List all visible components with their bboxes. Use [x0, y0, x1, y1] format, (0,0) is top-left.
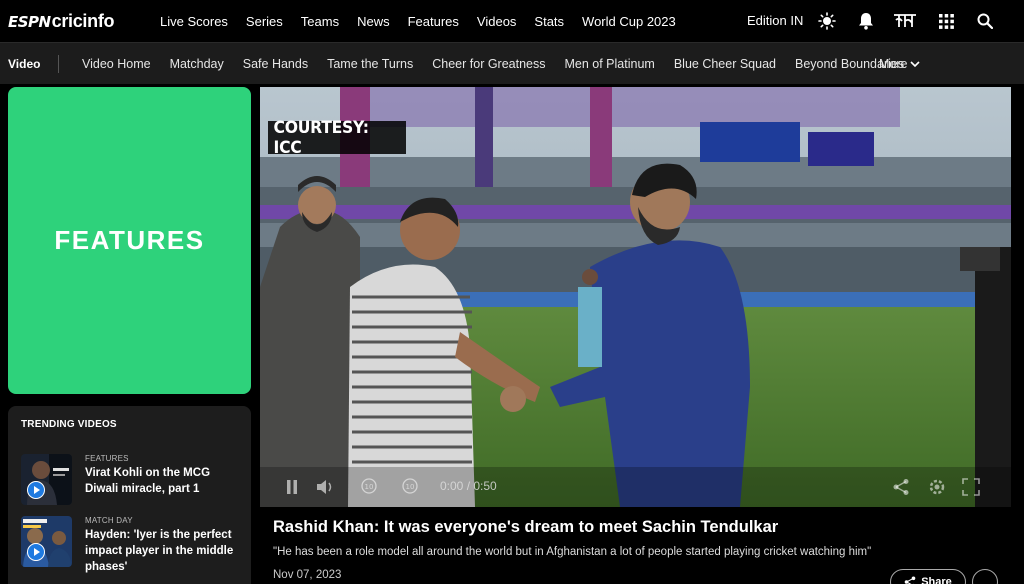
subnav-cheer-for-greatness[interactable]: Cheer for Greatness: [432, 57, 545, 71]
video-date: Nov 07, 2023: [273, 569, 342, 581]
top-navigation: ESPN cricinfo Live Scores Series Teams N…: [0, 0, 1024, 42]
video-controls: 10 10: [260, 470, 1011, 506]
nav-news[interactable]: News: [357, 14, 390, 29]
trending-item[interactable]: MATCH DAY Hayden: 'Iyer is the perfect i…: [21, 516, 246, 573]
section-label[interactable]: Video: [8, 57, 40, 71]
logo-espn-text: ESPN: [8, 13, 51, 31]
nav-videos[interactable]: Videos: [477, 14, 517, 29]
subnav-video-home[interactable]: Video Home: [82, 57, 151, 71]
share-button[interactable]: Share: [890, 569, 966, 584]
divider: [58, 55, 59, 73]
subnav-matchday[interactable]: Matchday: [170, 57, 224, 71]
notification-bell-icon[interactable]: [856, 11, 876, 31]
share-icon: [904, 576, 916, 584]
forward-10-icon[interactable]: 10: [401, 477, 419, 495]
fullscreen-icon[interactable]: [962, 478, 980, 496]
subnav-men-of-platinum[interactable]: Men of Platinum: [565, 57, 655, 71]
svg-text:10: 10: [406, 483, 415, 491]
nav-series[interactable]: Series: [246, 14, 283, 29]
logo-cricinfo-text: cricinfo: [51, 11, 115, 31]
video-time: 0:00 / 0:50: [440, 479, 497, 493]
search-icon[interactable]: [975, 11, 995, 31]
main-nav-links: Live Scores Series Teams News Features V…: [160, 0, 694, 42]
subnav-tame-the-turns[interactable]: Tame the Turns: [327, 57, 413, 71]
video-headline: Rashid Khan: It was everyone's dream to …: [273, 518, 779, 536]
trending-item-category: FEATURES: [85, 454, 129, 463]
edition-selector[interactable]: Edition IN: [747, 13, 803, 28]
nav-teams[interactable]: Teams: [301, 14, 339, 29]
subnav-safe-hands[interactable]: Safe Hands: [243, 57, 308, 71]
apps-grid-icon[interactable]: [936, 11, 956, 31]
trending-item-title[interactable]: Virat Kohli on the MCG Diwali miracle, p…: [85, 465, 245, 497]
nav-features[interactable]: Features: [408, 14, 459, 29]
courtesy-watermark: COURTESY: ICC: [268, 118, 406, 158]
more-label: More: [879, 57, 908, 71]
trending-item-title[interactable]: Hayden: 'Iyer is the perfect impact play…: [85, 527, 245, 575]
hindi-language-icon[interactable]: [893, 11, 917, 31]
video-summary: "He has been a role model all around the…: [273, 546, 872, 558]
nav-stats[interactable]: Stats: [534, 14, 564, 29]
features-banner-label: FEATURES: [54, 225, 205, 255]
video-thumbnail[interactable]: [21, 454, 72, 505]
video-thumbnail[interactable]: [21, 516, 72, 567]
rewind-10-icon[interactable]: 10: [360, 477, 378, 495]
comment-button[interactable]: [972, 569, 998, 584]
nav-live-scores[interactable]: Live Scores: [160, 14, 228, 29]
brightness-icon[interactable]: [817, 11, 837, 31]
chevron-down-icon: [910, 61, 921, 68]
espncricinfo-logo[interactable]: ESPN cricinfo: [8, 11, 115, 33]
svg-text:10: 10: [365, 483, 374, 491]
volume-icon[interactable]: [316, 479, 334, 495]
trending-heading: TRENDING VIDEOS: [21, 419, 117, 430]
trending-videos-panel: TRENDING VIDEOS FEATURES Virat Kohli on …: [8, 406, 251, 584]
play-icon: [27, 481, 45, 499]
trending-item[interactable]: FEATURES Virat Kohli on the MCG Diwali m…: [21, 454, 246, 508]
subnav-blue-cheer-squad[interactable]: Blue Cheer Squad: [674, 57, 776, 71]
play-icon: [27, 543, 45, 561]
trending-item-category: MATCH DAY: [85, 516, 133, 525]
more-menu-button[interactable]: More: [879, 57, 921, 71]
nav-world-cup-2023[interactable]: World Cup 2023: [582, 14, 676, 29]
share-label: Share: [921, 576, 952, 584]
settings-gear-icon[interactable]: [927, 477, 947, 497]
share-icon[interactable]: [892, 478, 910, 496]
sub-nav-links: Video Home Matchday Safe Hands Tame the …: [82, 43, 923, 85]
pause-icon[interactable]: [286, 480, 298, 494]
video-sub-navigation: Video Video Home Matchday Safe Hands Tam…: [0, 42, 1024, 84]
courtesy-text: COURTESY: ICC: [273, 117, 369, 158]
features-banner[interactable]: FEATURES: [8, 87, 251, 394]
